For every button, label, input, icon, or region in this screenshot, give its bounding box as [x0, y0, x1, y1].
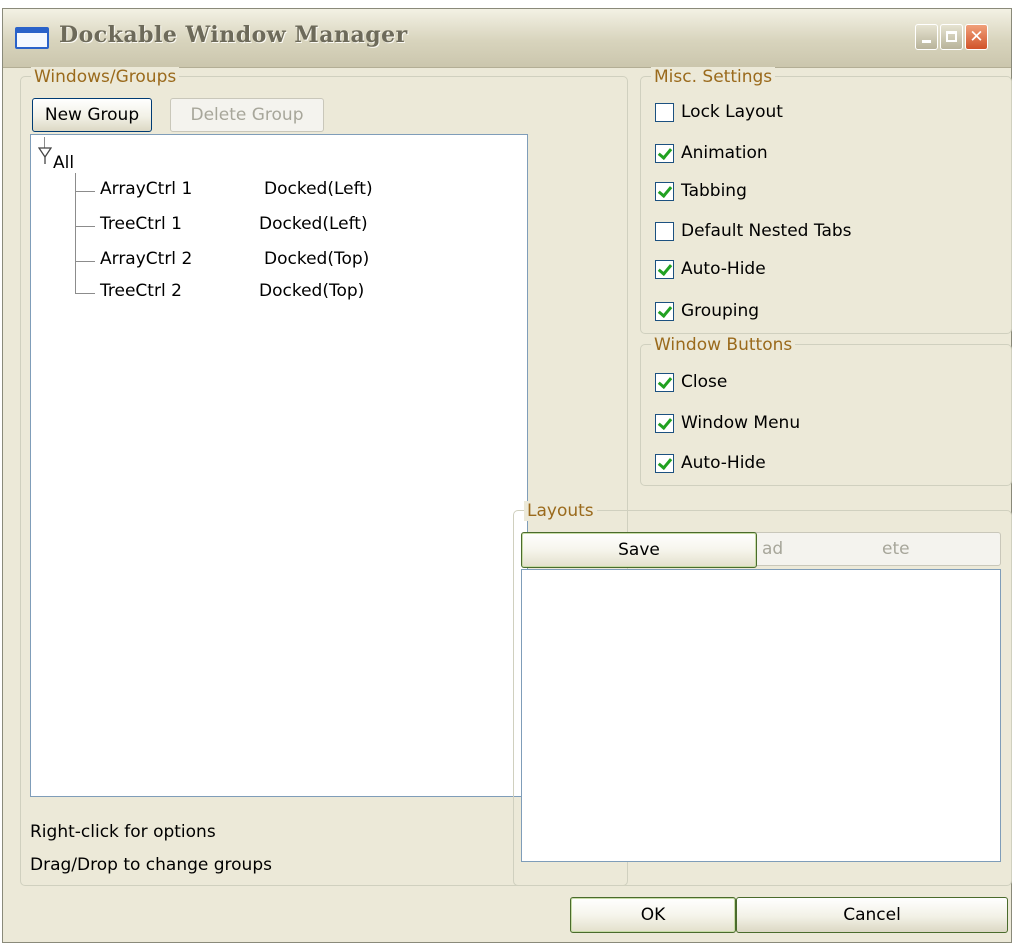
minimize-icon [922, 40, 931, 43]
auto-hide-button-checkbox[interactable]: Auto-Hide [655, 450, 766, 476]
delete-layout-button[interactable]: ete [882, 539, 910, 559]
tabbing-checkbox[interactable]: Tabbing [655, 178, 747, 204]
window-app-icon [15, 27, 49, 49]
checkbox-box[interactable] [655, 301, 674, 321]
tree-item-treectrl-2-state: Docked(Top) [259, 281, 365, 301]
default-nested-tabs-checkbox[interactable]: Default Nested Tabs [655, 218, 852, 244]
window-menu-checkbox[interactable]: Window Menu [655, 410, 800, 436]
tree-connector [75, 261, 95, 262]
animation-checkbox[interactable]: Animation [655, 140, 768, 166]
windows-groups-legend: Windows/Groups [31, 67, 180, 87]
delete-group-button[interactable]: Delete Group [170, 98, 324, 132]
tree-item-arrayctrl-2-state: Docked(Top) [264, 249, 370, 269]
tree-item-treectrl-1-state: Docked(Left) [259, 214, 368, 234]
collapse-triangle-icon[interactable] [38, 147, 52, 165]
checkbox-box[interactable] [655, 372, 674, 392]
hint-right-click: Right-click for options [30, 822, 216, 842]
checkbox-box[interactable] [655, 259, 674, 279]
close-button-checkbox[interactable]: Close [655, 369, 727, 395]
checkbox-label: Close [681, 372, 728, 392]
new-group-button[interactable]: New Group [32, 98, 152, 132]
checkbox-label: Auto-Hide [681, 259, 766, 279]
save-layout-button[interactable]: Save [521, 532, 757, 568]
auto-hide-checkbox[interactable]: Auto-Hide [655, 256, 766, 282]
tree-item-treectrl-2[interactable]: TreeCtrl 2 [100, 281, 182, 301]
checkbox-label: Grouping [681, 301, 760, 321]
checkbox-box[interactable] [655, 413, 674, 433]
checkbox-label: Default Nested Tabs [681, 221, 852, 241]
tree-connector [75, 293, 95, 294]
grouping-checkbox[interactable]: Grouping [655, 298, 759, 324]
title-bar[interactable]: Dockable Window Manager ✕ [3, 9, 1011, 68]
tree-connector [75, 226, 95, 227]
ok-button[interactable]: OK [570, 897, 736, 933]
checkbox-box[interactable] [655, 143, 674, 163]
lock-layout-checkbox[interactable]: Lock Layout [655, 99, 783, 125]
layouts-legend: Layouts [524, 501, 597, 521]
tree-item-arrayctrl-1[interactable]: ArrayCtrl 1 [100, 179, 192, 199]
tree-root-label[interactable]: All [53, 153, 74, 173]
checkbox-label: Animation [681, 143, 768, 163]
checkbox-label: Tabbing [681, 181, 747, 201]
tree-item-arrayctrl-1-state: Docked(Left) [264, 179, 373, 199]
checkbox-box[interactable] [655, 221, 674, 241]
checkbox-label: Window Menu [681, 413, 801, 433]
close-icon: ✕ [969, 27, 984, 47]
window-title: Dockable Window Manager [59, 22, 408, 48]
maximize-button[interactable] [940, 24, 963, 50]
checkbox-box[interactable] [655, 102, 674, 122]
tree-connector [75, 191, 95, 192]
checkbox-label: Lock Layout [681, 102, 783, 122]
cancel-button[interactable]: Cancel [736, 897, 1008, 933]
maximize-icon [946, 31, 957, 42]
layouts-list[interactable] [521, 569, 1001, 862]
hint-drag-drop: Drag/Drop to change groups [30, 855, 272, 875]
checkbox-box[interactable] [655, 453, 674, 473]
window-buttons-legend: Window Buttons [651, 335, 796, 355]
checkbox-box[interactable] [655, 181, 674, 201]
misc-settings-legend: Misc. Settings [651, 67, 776, 87]
windows-tree[interactable]: All ArrayCtrl 1 Docked(Left) TreeCtrl 1 … [30, 134, 528, 797]
close-window-button[interactable]: ✕ [965, 24, 988, 50]
checkbox-label: Auto-Hide [681, 453, 766, 473]
tree-item-arrayctrl-2[interactable]: ArrayCtrl 2 [100, 249, 192, 269]
load-layout-button[interactable]: ad [762, 539, 783, 559]
tree-item-treectrl-1[interactable]: TreeCtrl 1 [100, 214, 182, 234]
minimize-button[interactable] [915, 24, 938, 50]
